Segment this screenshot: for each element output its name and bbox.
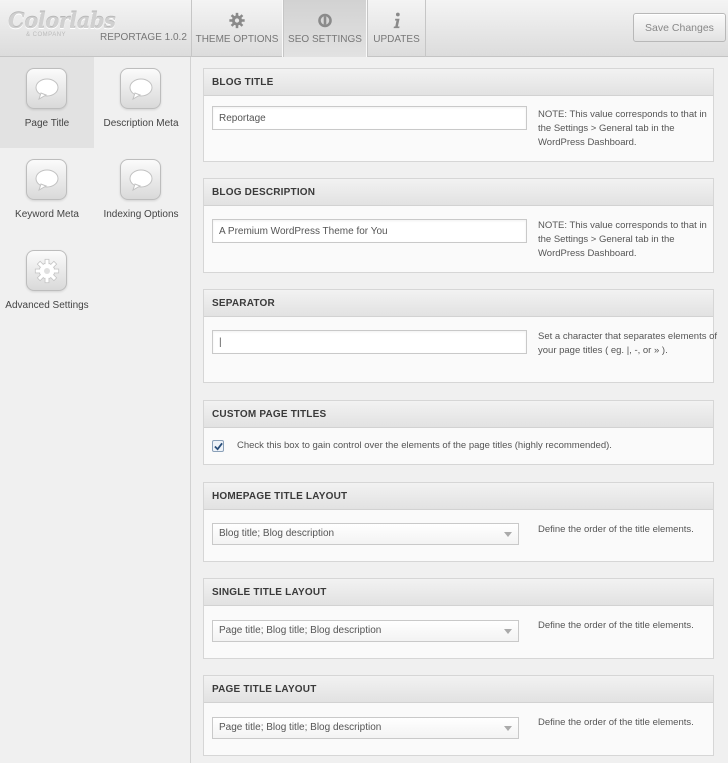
- chevron-down-icon: [504, 532, 512, 537]
- tab-updates-label: UPDATES: [373, 34, 420, 45]
- homepage-title-layout-note: Define the order of the title elements.: [538, 524, 694, 535]
- select-value: Page title; Blog title; Blog description: [219, 722, 382, 733]
- seo-sidebar: Page Title Description Meta Keyword Meta…: [0, 57, 191, 763]
- tab-seo-settings-label: SEO SETTINGS: [288, 34, 362, 45]
- separator-input[interactable]: [212, 330, 527, 354]
- separator-note: Set a character that separates elements …: [538, 331, 718, 356]
- custom-page-titles-panel: CUSTOM PAGE TITLES Check this box to gai…: [203, 400, 714, 465]
- speech-bubble-icon: [26, 159, 67, 200]
- homepage-title-layout-panel: HOMEPAGE TITLE LAYOUT Blog title; Blog d…: [203, 482, 714, 562]
- chevron-down-icon: [504, 726, 512, 731]
- seo-settings-content: BLOG TITLE NOTE: This value corresponds …: [191, 57, 728, 763]
- sidebar-item-page-title[interactable]: Page Title: [0, 57, 94, 148]
- custom-page-titles-checkbox[interactable]: [212, 440, 224, 452]
- brand-logo: Colorlabs: [8, 8, 116, 33]
- sidebar-item-label: Keyword Meta: [15, 209, 79, 220]
- sidebar-item-label: Advanced Settings: [5, 300, 89, 311]
- blog-title-panel: BLOG TITLE NOTE: This value corresponds …: [203, 68, 714, 162]
- blog-title-note: NOTE: This value corresponds to that in …: [538, 109, 707, 148]
- brand-logo-sub: & COMPANY: [26, 32, 67, 38]
- blog-description-input[interactable]: [212, 219, 527, 243]
- panel-heading: BLOG DESCRIPTION: [204, 179, 713, 206]
- speech-bubble-icon: [26, 68, 67, 109]
- tab-theme-options[interactable]: THEME OPTIONS: [191, 0, 283, 57]
- sidebar-item-keyword-meta[interactable]: Keyword Meta: [0, 148, 94, 239]
- gear-icon: [26, 250, 67, 291]
- select-value: Page title; Blog title; Blog description: [219, 625, 382, 636]
- tab-updates[interactable]: UPDATES: [367, 0, 426, 57]
- panel-heading: HOMEPAGE TITLE LAYOUT: [204, 483, 713, 510]
- select-value: Blog title; Blog description: [219, 528, 335, 539]
- single-title-layout-select[interactable]: Page title; Blog title; Blog description: [212, 620, 519, 642]
- theme-version: REPORTAGE 1.0.2: [100, 32, 187, 43]
- top-header: Colorlabs & COMPANY REPORTAGE 1.0.2 THEM…: [0, 0, 728, 57]
- blog-description-panel: BLOG DESCRIPTION NOTE: This value corres…: [203, 178, 714, 273]
- sidebar-item-advanced-settings[interactable]: Advanced Settings: [0, 239, 94, 330]
- page-title-layout-select[interactable]: Page title; Blog title; Blog description: [212, 717, 519, 739]
- page-title-layout-panel: PAGE TITLE LAYOUT Page title; Blog title…: [203, 675, 714, 756]
- sidebar-item-indexing-options[interactable]: Indexing Options: [94, 148, 188, 239]
- tab-seo-settings[interactable]: SEO SETTINGS: [283, 0, 367, 57]
- panel-heading: CUSTOM PAGE TITLES: [204, 401, 713, 428]
- single-title-layout-panel: SINGLE TITLE LAYOUT Page title; Blog tit…: [203, 578, 714, 659]
- panel-heading: SEPARATOR: [204, 290, 713, 317]
- separator-panel: SEPARATOR Set a character that separates…: [203, 289, 717, 383]
- blog-title-input[interactable]: [212, 106, 527, 130]
- save-changes-button[interactable]: Save Changes: [633, 13, 726, 42]
- speech-bubble-icon: [120, 68, 161, 109]
- info-icon: [391, 12, 403, 32]
- sidebar-item-description-meta[interactable]: Description Meta: [94, 57, 188, 148]
- gear-icon: [229, 12, 246, 32]
- homepage-title-layout-select[interactable]: Blog title; Blog description: [212, 523, 519, 545]
- sidebar-item-label: Description Meta: [103, 118, 179, 129]
- custom-page-titles-label: Check this box to gain control over the …: [237, 440, 612, 451]
- blog-description-note: NOTE: This value corresponds to that in …: [538, 220, 707, 259]
- panel-heading: PAGE TITLE LAYOUT: [204, 676, 713, 703]
- sidebar-item-label: Indexing Options: [103, 209, 179, 220]
- seo-icon: [317, 12, 334, 32]
- single-title-layout-note: Define the order of the title elements.: [538, 620, 694, 631]
- tab-theme-options-label: THEME OPTIONS: [195, 34, 279, 45]
- chevron-down-icon: [504, 629, 512, 634]
- panel-heading: BLOG TITLE: [204, 69, 713, 96]
- panel-heading: SINGLE TITLE LAYOUT: [204, 579, 713, 606]
- sidebar-item-label: Page Title: [24, 118, 70, 129]
- speech-bubble-icon: [120, 159, 161, 200]
- page-title-layout-note: Define the order of the title elements.: [538, 717, 694, 728]
